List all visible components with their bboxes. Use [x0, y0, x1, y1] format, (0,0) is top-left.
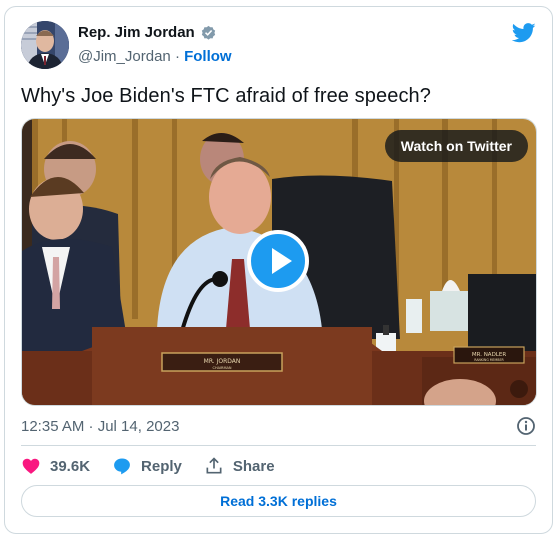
nameplate-right-subtext: RANKING MEMBER [474, 358, 504, 362]
reply-icon [114, 458, 130, 475]
settings-icon[interactable] [510, 380, 528, 398]
nameplate-center-text: MR. JORDAN [204, 358, 241, 365]
divider [21, 445, 536, 446]
info-icon[interactable] [516, 416, 536, 436]
author-name-row: Rep. Jim Jordan [78, 24, 217, 41]
reply-button[interactable]: Reply [112, 456, 182, 476]
nameplate-center-subtext: CHAIRMAN [213, 366, 232, 370]
share-label: Share [232, 457, 275, 475]
share-button[interactable]: Share [204, 456, 275, 476]
avatar-image [21, 21, 69, 69]
reply-label: Reply [141, 457, 182, 475]
author-name[interactable]: Rep. Jim Jordan [78, 24, 195, 41]
twitter-bird-icon[interactable] [512, 23, 536, 43]
tweet-card: Rep. Jim Jordan @Jim_Jordan · Follow Why… [4, 6, 553, 534]
tweet-text: Why's Joe Biden's FTC afraid of free spe… [21, 85, 431, 107]
tweet-timestamp[interactable]: 12:35 AM · Jul 14, 2023 [21, 418, 179, 435]
video-player[interactable]: MR. JORDAN CHAIRMAN MR. NADLER RANKING M… [21, 118, 537, 406]
author-handle[interactable]: @Jim_Jordan [78, 48, 171, 65]
play-icon[interactable] [247, 230, 309, 292]
avatar[interactable] [21, 21, 69, 69]
watch-on-twitter-button[interactable]: Watch on Twitter [384, 130, 528, 162]
read-replies-button[interactable]: Read 3.3K replies [21, 485, 536, 517]
action-bar: 39.6K Reply Share [21, 456, 297, 476]
share-icon [206, 457, 222, 474]
author-handle-row: @Jim_Jordan · Follow [78, 48, 232, 65]
follow-button[interactable]: Follow [184, 48, 232, 65]
heart-icon [22, 458, 40, 474]
like-count: 39.6K [50, 457, 91, 475]
handle-separator: · [174, 48, 180, 65]
like-button[interactable]: 39.6K [21, 456, 90, 476]
verified-badge-icon [201, 25, 215, 40]
